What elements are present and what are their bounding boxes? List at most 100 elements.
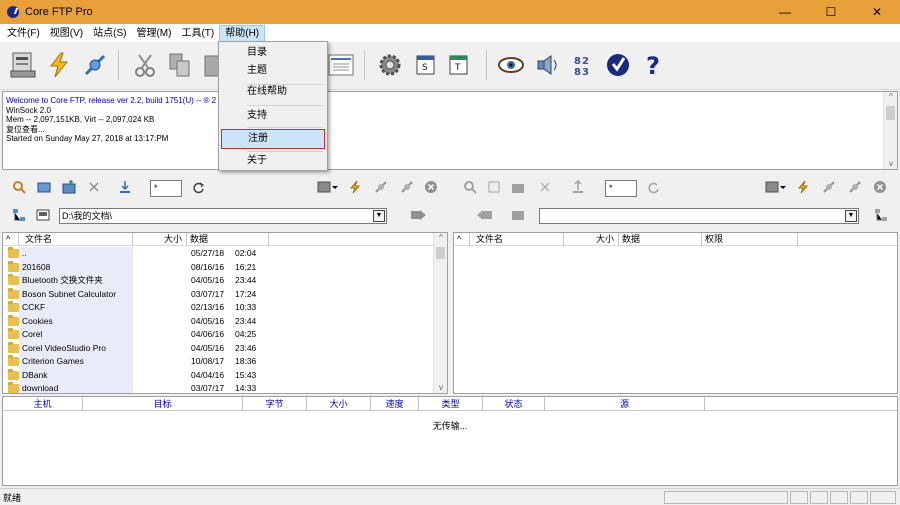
menu-file[interactable]: 文件(F) bbox=[2, 25, 45, 42]
queue-col-status[interactable]: 状态 bbox=[483, 397, 545, 411]
log-scrollbar[interactable]: ^ v bbox=[883, 92, 897, 169]
copy-icon[interactable] bbox=[165, 50, 195, 80]
queue-col-bytes[interactable]: 字节 bbox=[243, 397, 307, 411]
col-filename[interactable]: 文件名 bbox=[470, 233, 564, 246]
sync-icon[interactable]: 8283 bbox=[568, 50, 598, 80]
chevron-down-icon[interactable]: ▼ bbox=[845, 210, 857, 222]
remote-filter-input[interactable]: * bbox=[605, 180, 637, 197]
menu-manage[interactable]: 管理(M) bbox=[131, 25, 176, 42]
menu-item-about[interactable]: 关于 bbox=[221, 151, 325, 171]
table-row[interactable]: Cookies 04/05/16 23:44 bbox=[3, 314, 433, 329]
folder-tree-icon[interactable] bbox=[12, 208, 26, 222]
transfer-icon[interactable]: T bbox=[444, 50, 474, 80]
table-row[interactable]: download 03/07/17 14:33 bbox=[3, 382, 433, 393]
col-date[interactable]: 数据 bbox=[619, 233, 702, 246]
search-icon[interactable] bbox=[12, 180, 26, 194]
drive-icon[interactable] bbox=[36, 208, 50, 222]
remote-file-list[interactable]: ^ 文件名 大小 数据 权限 bbox=[453, 232, 898, 394]
new-folder-icon[interactable] bbox=[62, 180, 76, 194]
col-permissions[interactable]: 权限 bbox=[702, 233, 798, 246]
upload-icon[interactable] bbox=[571, 180, 585, 194]
table-row[interactable]: Bluetooth 交换文件夹 04/05/16 23:44 bbox=[3, 274, 433, 288]
menu-item-contents[interactable]: 目录 bbox=[221, 43, 325, 63]
queue-col-size[interactable]: 大小 bbox=[307, 397, 371, 411]
disconnect-icon[interactable] bbox=[80, 50, 110, 80]
table-row[interactable]: .. 05/27/18 02:04 bbox=[3, 247, 433, 261]
table-row[interactable]: 201608 08/16/16 16:21 bbox=[3, 260, 433, 275]
settings-icon[interactable] bbox=[375, 50, 405, 80]
menu-view[interactable]: 视图(V) bbox=[45, 25, 88, 42]
refresh-icon[interactable] bbox=[487, 180, 501, 194]
plug-icon[interactable] bbox=[822, 180, 836, 194]
bolt-icon[interactable] bbox=[348, 180, 362, 194]
reload-icon[interactable] bbox=[646, 180, 660, 194]
local-file-list[interactable]: ^ 文件名 大小 数据 .. 05/27/18 02:04 201608 08/16/1… bbox=[2, 232, 448, 394]
local-path-combo[interactable]: D:\我的文档\ ▼ bbox=[59, 208, 387, 224]
table-row[interactable]: Corel 04/06/16 04:25 bbox=[3, 328, 433, 342]
site-manager-icon[interactable]: S bbox=[411, 50, 441, 80]
menu-help[interactable]: 帮助(H) bbox=[219, 24, 266, 42]
menu-sites[interactable]: 站点(S) bbox=[88, 25, 131, 42]
col-size[interactable]: 大小 bbox=[133, 233, 187, 246]
table-row[interactable]: DBank 04/04/16 15:43 bbox=[3, 368, 433, 383]
queue-col-target[interactable]: 目标 bbox=[83, 397, 243, 411]
reload-icon[interactable] bbox=[191, 180, 205, 194]
scroll-thumb[interactable] bbox=[886, 106, 895, 120]
delete-icon[interactable] bbox=[538, 180, 552, 194]
scroll-up-icon[interactable]: ^ bbox=[434, 233, 447, 242]
col-size[interactable]: 大小 bbox=[564, 233, 619, 246]
scroll-thumb[interactable] bbox=[436, 247, 445, 259]
chevron-down-icon[interactable]: ▼ bbox=[373, 210, 385, 222]
search-icon[interactable] bbox=[463, 180, 477, 194]
plug-icon[interactable] bbox=[374, 180, 388, 194]
scroll-down-icon[interactable]: v bbox=[434, 383, 447, 392]
download-icon[interactable] bbox=[118, 180, 132, 194]
local-filter-input[interactable]: * bbox=[150, 180, 182, 197]
cut-icon[interactable] bbox=[130, 50, 160, 80]
menu-item-topics[interactable]: 主题 bbox=[221, 61, 325, 81]
table-row[interactable]: Criterion Games 10/08/17 18:36 bbox=[3, 355, 433, 369]
transfer-mode-icon[interactable] bbox=[765, 180, 787, 194]
remote-path-combo[interactable]: ▼ bbox=[539, 208, 859, 224]
transfer-queue[interactable]: 主机 目标 字节 大小 速度 类型 状态 源 无传输... bbox=[2, 396, 898, 486]
maximize-button[interactable]: ☐ bbox=[808, 0, 854, 24]
menu-tools[interactable]: 工具(T) bbox=[176, 25, 219, 42]
quick-connect-icon[interactable] bbox=[44, 50, 74, 80]
check-icon[interactable] bbox=[603, 50, 633, 80]
view-eye-icon[interactable] bbox=[496, 50, 526, 80]
col-filename[interactable]: 文件名 bbox=[19, 233, 133, 246]
bolt-icon[interactable] bbox=[796, 180, 810, 194]
queue-col-speed[interactable]: 速度 bbox=[371, 397, 419, 411]
close-button[interactable]: ✕ bbox=[854, 0, 900, 24]
queue-col-source[interactable]: 源 bbox=[545, 397, 705, 411]
view-icon[interactable] bbox=[326, 50, 356, 80]
sound-icon[interactable] bbox=[533, 50, 563, 80]
plug-alt-icon[interactable] bbox=[400, 180, 414, 194]
queue-col-type[interactable]: 类型 bbox=[419, 397, 483, 411]
minimize-button[interactable]: — bbox=[762, 0, 808, 24]
refresh-folder-icon[interactable] bbox=[37, 180, 51, 194]
menu-item-register[interactable]: 注册 bbox=[221, 129, 325, 149]
go-arrow-icon[interactable] bbox=[410, 208, 428, 222]
table-row[interactable]: CCKF 02/13/16 10:33 bbox=[3, 301, 433, 315]
stop-icon[interactable] bbox=[424, 180, 438, 194]
menu-item-support[interactable]: 支持 bbox=[221, 106, 325, 126]
back-arrow-icon[interactable] bbox=[475, 208, 493, 222]
col-date[interactable]: 数据 bbox=[187, 233, 269, 246]
stop-icon[interactable] bbox=[873, 180, 887, 194]
drive-icon[interactable] bbox=[511, 208, 525, 222]
help-icon[interactable]: ? bbox=[638, 50, 668, 80]
sort-caret[interactable]: ^ bbox=[3, 233, 19, 246]
local-list-scrollbar[interactable]: ^ v bbox=[433, 233, 447, 393]
sort-caret[interactable]: ^ bbox=[454, 233, 470, 246]
scroll-down-icon[interactable]: v bbox=[884, 159, 898, 168]
log-panel[interactable]: Welcome to Core FTP, release ver 2.2, bu… bbox=[2, 91, 898, 170]
scroll-up-icon[interactable]: ^ bbox=[884, 92, 898, 101]
folder-tree-icon[interactable] bbox=[874, 208, 888, 222]
connect-icon[interactable] bbox=[8, 50, 38, 80]
menu-item-online-help[interactable]: 在线帮助 bbox=[221, 82, 325, 102]
delete-icon[interactable] bbox=[87, 180, 101, 194]
queue-col-host[interactable]: 主机 bbox=[3, 397, 83, 411]
transfer-mode-icon[interactable] bbox=[317, 180, 339, 194]
table-row[interactable]: Corel VideoStudio Pro 04/05/16 23:46 bbox=[3, 341, 433, 356]
